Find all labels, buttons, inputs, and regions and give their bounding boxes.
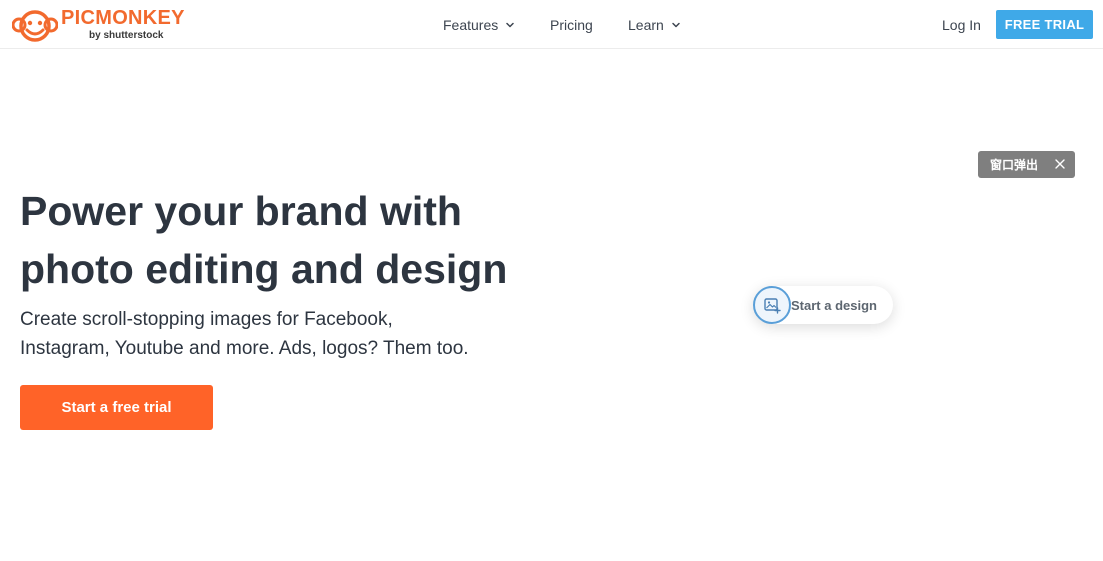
hero-subtitle-line-1: Create scroll-stopping images for Facebo… (20, 309, 393, 330)
monkey-logo-icon (12, 10, 58, 42)
logo-byline: by shutterstock (89, 30, 164, 41)
hero-subtitle: Create scroll-stopping images for Facebo… (20, 305, 490, 363)
popup-window-label: 窗口弹出 (990, 158, 1039, 172)
logo-text: PICMONKEY by shutterstock (61, 7, 185, 41)
close-icon[interactable] (1054, 158, 1066, 170)
top-navigation-bar: PICMONKEY by shutterstock Features Prici… (0, 0, 1103, 49)
nav-learn[interactable]: Learn (628, 0, 682, 49)
start-design-icon-circle (753, 286, 791, 324)
nav-features-label: Features (443, 16, 499, 33)
nav-learn-label: Learn (628, 16, 664, 33)
hero-subtitle-line-2: Instagram, Youtube and more. Ads, logos?… (20, 338, 469, 359)
logo-wordmark: PICMONKEY (61, 7, 185, 29)
image-plus-icon (764, 298, 781, 314)
free-trial-button[interactable]: FREE TRIAL (996, 10, 1093, 39)
start-design-label: Start a design (791, 297, 877, 313)
nav-features[interactable]: Features (443, 0, 516, 49)
hero-title: Power your brand with photo editing and … (20, 182, 540, 298)
start-design-widget[interactable]: Start a design (753, 286, 893, 324)
nav-pricing[interactable]: Pricing (550, 0, 593, 49)
hero-title-line-2: photo editing and design (20, 246, 508, 292)
hero-title-line-1: Power your brand with (20, 188, 462, 234)
popup-window-chip[interactable]: 窗口弹出 (978, 151, 1075, 178)
login-link[interactable]: Log In (942, 0, 981, 49)
chevron-down-icon (506, 22, 514, 27)
nav-pricing-label: Pricing (550, 16, 593, 33)
picmonkey-logo[interactable]: PICMONKEY by shutterstock (12, 7, 185, 43)
chevron-down-icon (672, 22, 680, 27)
start-free-trial-button[interactable]: Start a free trial (20, 385, 213, 430)
